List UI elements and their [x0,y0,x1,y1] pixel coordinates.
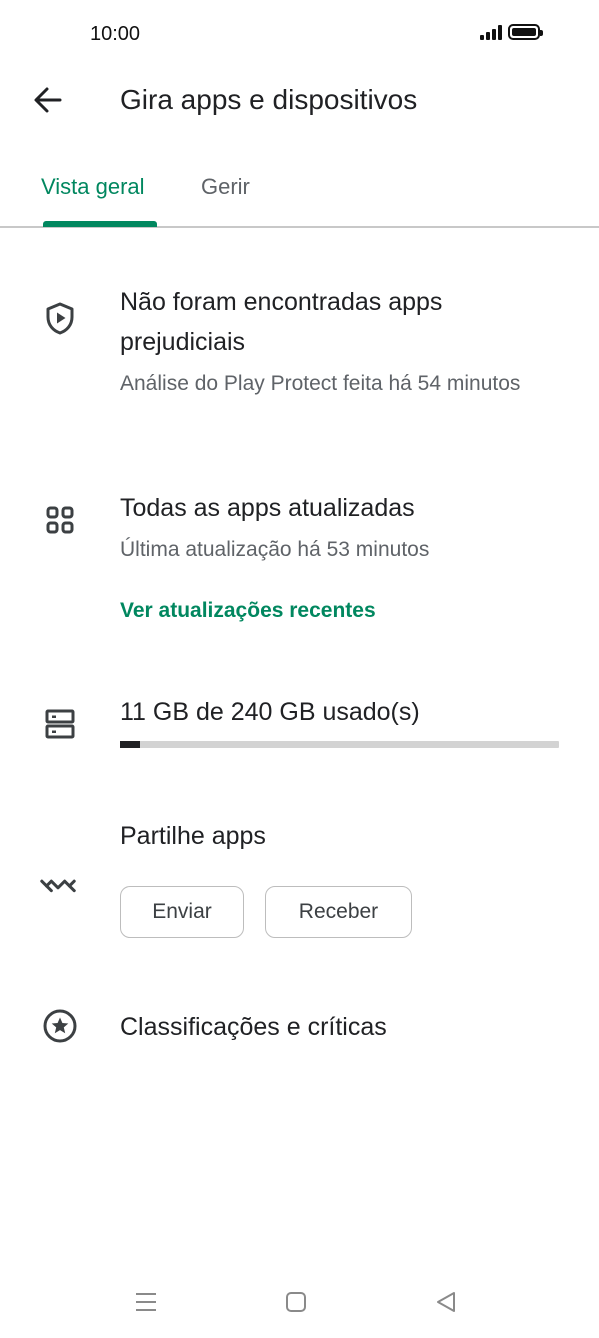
arrow-back-icon [34,87,62,113]
send-button[interactable]: Enviar [120,886,244,938]
storage-progress-fill [120,741,141,748]
protect-subtitle: Análise do Play Protect feita há 54 minu… [120,372,521,395]
share-title: Partilhe apps [120,822,266,850]
ratings-reviews-item[interactable]: Classificações e críticas [120,1007,560,1047]
back-button[interactable] [28,80,68,120]
battery-icon [508,24,543,40]
menu-icon[interactable] [126,1282,166,1322]
page-title: Gira apps e dispositivos [120,84,418,115]
shield-play-icon [40,298,80,338]
star-circle-icon [40,1006,80,1046]
storage-label: 11 GB de 240 GB usado(s) [120,698,420,726]
updates-subtitle: Última atualização há 53 minutos [120,538,430,561]
tab-indicator [43,221,157,227]
storage-progress-bar [120,741,559,748]
receive-button[interactable]: Receber [265,886,412,938]
back-triangle-icon[interactable] [426,1282,466,1322]
home-icon[interactable] [276,1282,316,1322]
signal-icon [480,24,502,40]
status-icons [480,24,543,40]
tab-overview[interactable]: Vista geral [41,170,145,204]
apps-grid-icon [40,500,80,540]
storage-icon [40,704,80,744]
recent-updates-link[interactable]: Ver atualizações recentes [120,594,376,628]
nearby-share-icon [38,864,78,904]
updates-title: Todas as apps atualizadas [120,494,415,522]
tab-manage[interactable]: Gerir [201,170,250,204]
protect-title: Não foram encontradas apps prejudiciais [120,288,443,356]
status-time: 10:00 [90,23,141,45]
